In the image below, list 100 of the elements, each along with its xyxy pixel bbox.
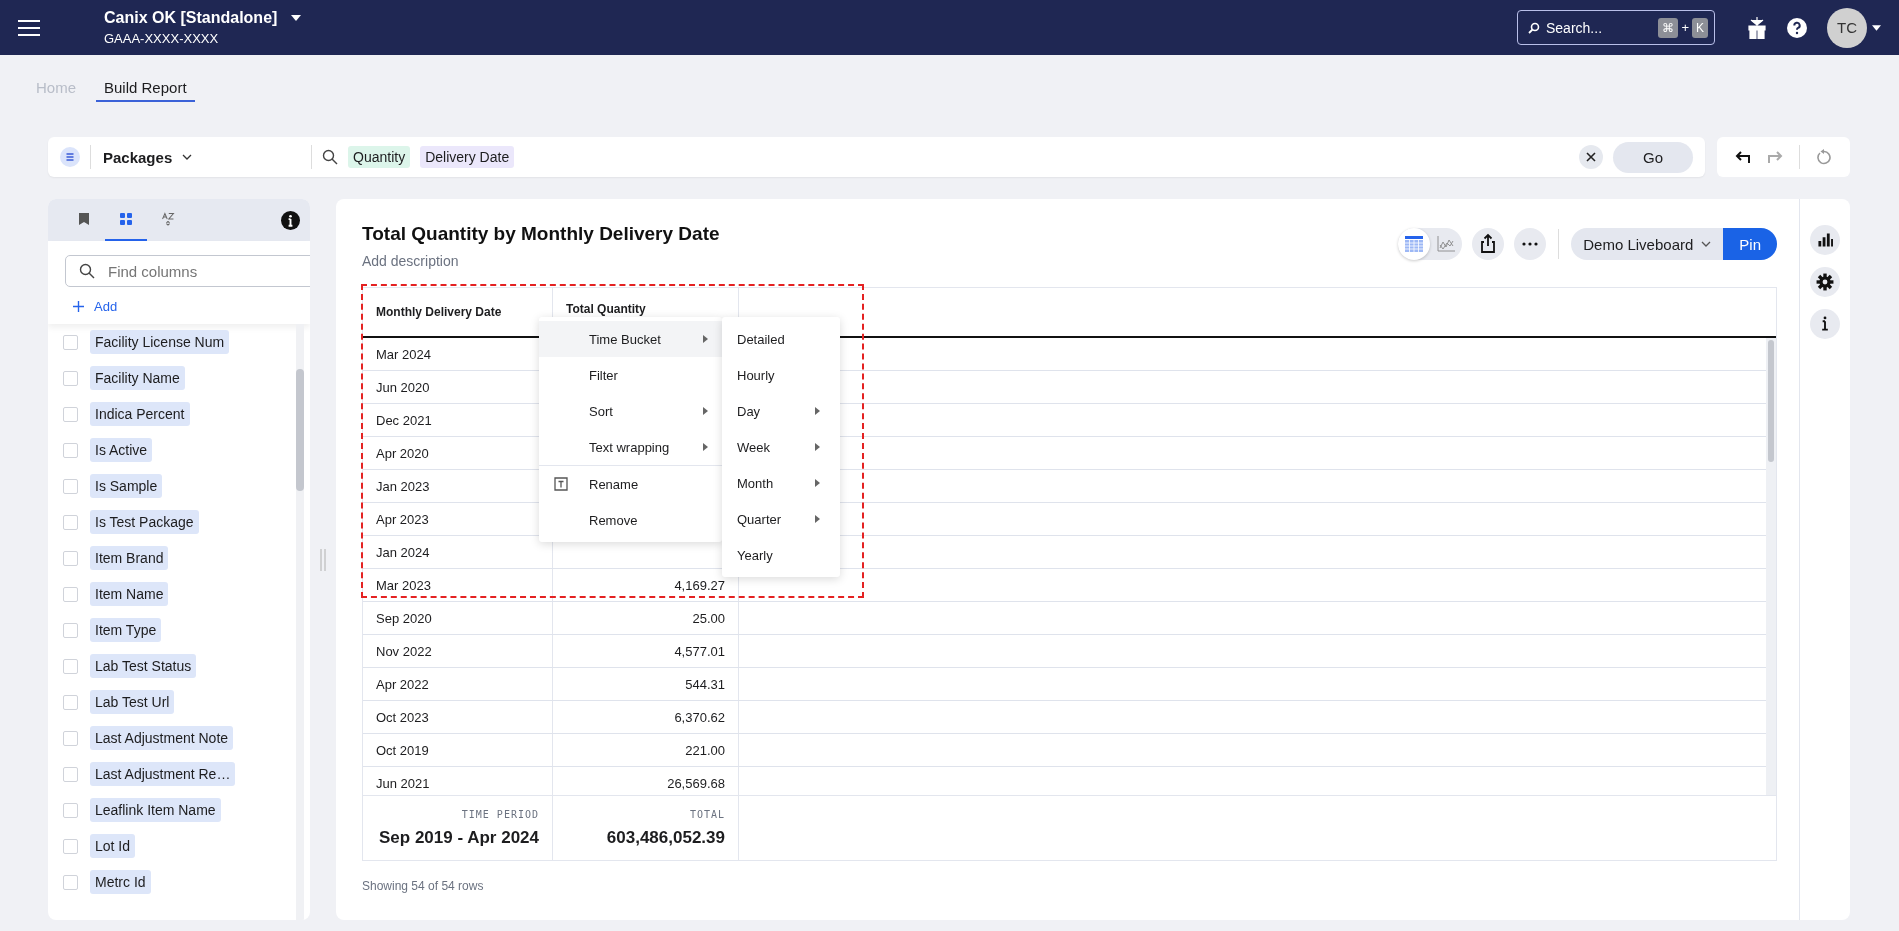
column-chip[interactable]: Lab Test Status bbox=[90, 654, 197, 678]
checkbox[interactable] bbox=[63, 838, 78, 854]
reset-icon[interactable] bbox=[1816, 149, 1832, 165]
table-cell: Nov 2022 bbox=[363, 635, 553, 667]
submenu-arrow-icon bbox=[815, 407, 820, 415]
caret-icon[interactable] bbox=[291, 15, 302, 21]
menu-item[interactable]: Quarter bbox=[722, 501, 840, 537]
scrollbar-thumb[interactable] bbox=[296, 369, 304, 491]
info-icon[interactable] bbox=[1810, 309, 1840, 339]
column-chip[interactable]: Item Type bbox=[90, 618, 162, 642]
column-chip[interactable]: Last Adjustment Note bbox=[90, 726, 234, 750]
search-placeholder: Search... bbox=[1546, 19, 1603, 36]
menu-item[interactable]: Hourly bbox=[722, 357, 840, 393]
undo-icon[interactable] bbox=[1735, 149, 1751, 165]
find-columns-field[interactable]: Find columns bbox=[65, 255, 310, 287]
checkbox[interactable] bbox=[63, 550, 78, 566]
checkbox[interactable] bbox=[63, 442, 78, 458]
table-cell: 544.31 bbox=[553, 668, 739, 700]
table-cell: Apr 2022 bbox=[363, 668, 553, 700]
table-cell: 6,370.62 bbox=[553, 701, 739, 733]
pin-button[interactable]: Pin bbox=[1723, 228, 1777, 260]
redo-icon[interactable] bbox=[1767, 149, 1783, 165]
bar-chart-icon[interactable] bbox=[1810, 225, 1840, 255]
list-icon[interactable] bbox=[60, 147, 80, 167]
shortcut-key: K bbox=[1692, 17, 1708, 38]
line-chart-icon bbox=[1437, 236, 1456, 252]
resize-handle[interactable] bbox=[320, 548, 326, 571]
column-chip[interactable]: Is Active bbox=[90, 438, 153, 462]
submenu-arrow-icon bbox=[703, 335, 708, 343]
source-dropdown[interactable]: Packages bbox=[101, 148, 301, 166]
search-icon bbox=[1528, 21, 1540, 34]
scrollbar-thumb[interactable] bbox=[1768, 340, 1774, 462]
column-chip[interactable]: Item Name bbox=[90, 582, 169, 606]
checkbox[interactable] bbox=[63, 514, 78, 530]
help-icon[interactable] bbox=[1787, 17, 1807, 38]
text-field-icon bbox=[553, 476, 569, 492]
settings-icon[interactable] bbox=[1810, 267, 1840, 297]
add-link[interactable]: Add bbox=[65, 299, 126, 314]
table-cell: Sep 2020 bbox=[363, 602, 553, 634]
menu-item[interactable]: Week bbox=[722, 429, 840, 465]
checkbox[interactable] bbox=[63, 370, 78, 386]
table-cell: Jun 2021 bbox=[363, 767, 553, 795]
more-icon[interactable] bbox=[1514, 228, 1547, 260]
info-icon[interactable] bbox=[281, 210, 300, 230]
checkbox[interactable] bbox=[63, 478, 78, 494]
search-token[interactable]: Quantity bbox=[348, 146, 411, 168]
checkbox[interactable] bbox=[63, 874, 78, 890]
plus-icon bbox=[73, 301, 84, 312]
column-chip[interactable]: Indica Percent bbox=[90, 402, 190, 426]
org-name[interactable]: Canix OK [Standalone] bbox=[104, 9, 278, 27]
table-cell: Oct 2019 bbox=[363, 734, 553, 766]
liveboard-dropdown[interactable]: Demo Liveboard bbox=[1571, 228, 1724, 260]
checkbox[interactable] bbox=[63, 802, 78, 818]
global-search-field[interactable]: Search... ⌘ + K bbox=[1517, 10, 1715, 45]
share-icon[interactable] bbox=[1472, 228, 1505, 260]
checkbox[interactable] bbox=[63, 586, 78, 602]
column-chip[interactable]: Facility License Num bbox=[90, 330, 230, 354]
menu-item[interactable]: Month bbox=[722, 465, 840, 501]
report-title: Total Quantity by Monthly Delivery Date bbox=[362, 223, 720, 245]
column-chip[interactable]: Lab Test Url bbox=[90, 690, 175, 714]
description-placeholder[interactable]: Add description bbox=[362, 253, 720, 269]
org-id: GAAA-XXXX-XXXX bbox=[104, 31, 220, 46]
row-count: Showing 54 of 54 rows bbox=[362, 879, 485, 893]
column-chip[interactable]: Is Test Package bbox=[90, 510, 199, 534]
gift-icon[interactable] bbox=[1747, 16, 1767, 39]
column-chip[interactable]: Is Sample bbox=[90, 474, 163, 498]
checkbox[interactable] bbox=[63, 622, 78, 638]
column-chip[interactable]: Leaflink Item Name bbox=[90, 798, 221, 822]
column-chip[interactable]: Metrc Id bbox=[90, 870, 151, 894]
column-chip[interactable]: Last Adjustment Re… bbox=[90, 762, 236, 786]
column-chip[interactable]: Facility Name bbox=[90, 366, 185, 390]
chevron-icon bbox=[1701, 241, 1712, 247]
footer-label: TOTAL bbox=[689, 808, 725, 820]
grid-icon bbox=[119, 212, 133, 226]
submenu-arrow-icon bbox=[815, 443, 820, 451]
checkbox[interactable] bbox=[63, 694, 78, 710]
table-cell: 26,569.68 bbox=[553, 767, 739, 795]
caret-icon[interactable] bbox=[1872, 24, 1881, 31]
checkbox[interactable] bbox=[63, 406, 78, 422]
footer-label: TIME PERIOD bbox=[461, 808, 539, 820]
checkbox[interactable] bbox=[63, 334, 78, 350]
search-token[interactable]: Delivery Date bbox=[420, 146, 515, 168]
shortcut-key: ⌘ bbox=[1658, 17, 1679, 38]
table-cell: 221.00 bbox=[553, 734, 739, 766]
search-icon bbox=[322, 149, 338, 165]
column-chip[interactable]: Lot Id bbox=[90, 834, 136, 858]
checkbox[interactable] bbox=[63, 730, 78, 746]
checkbox[interactable] bbox=[63, 766, 78, 782]
checkbox[interactable] bbox=[63, 658, 78, 674]
menu-icon[interactable] bbox=[18, 19, 40, 36]
menu-item[interactable]: Time Bucket bbox=[539, 321, 722, 357]
table-cell: Oct 2023 bbox=[363, 701, 553, 733]
breadcrumb-tab[interactable]: Build Report bbox=[96, 77, 195, 102]
table-cell: 4,577.01 bbox=[553, 635, 739, 667]
clear-icon[interactable] bbox=[1579, 145, 1603, 169]
column-chip[interactable]: Item Brand bbox=[90, 546, 169, 570]
user-avatar[interactable]: TC bbox=[1827, 7, 1867, 48]
view-button[interactable] bbox=[1398, 228, 1431, 260]
go-button[interactable]: Go bbox=[1613, 141, 1693, 173]
menu-item[interactable]: Day bbox=[722, 393, 840, 429]
